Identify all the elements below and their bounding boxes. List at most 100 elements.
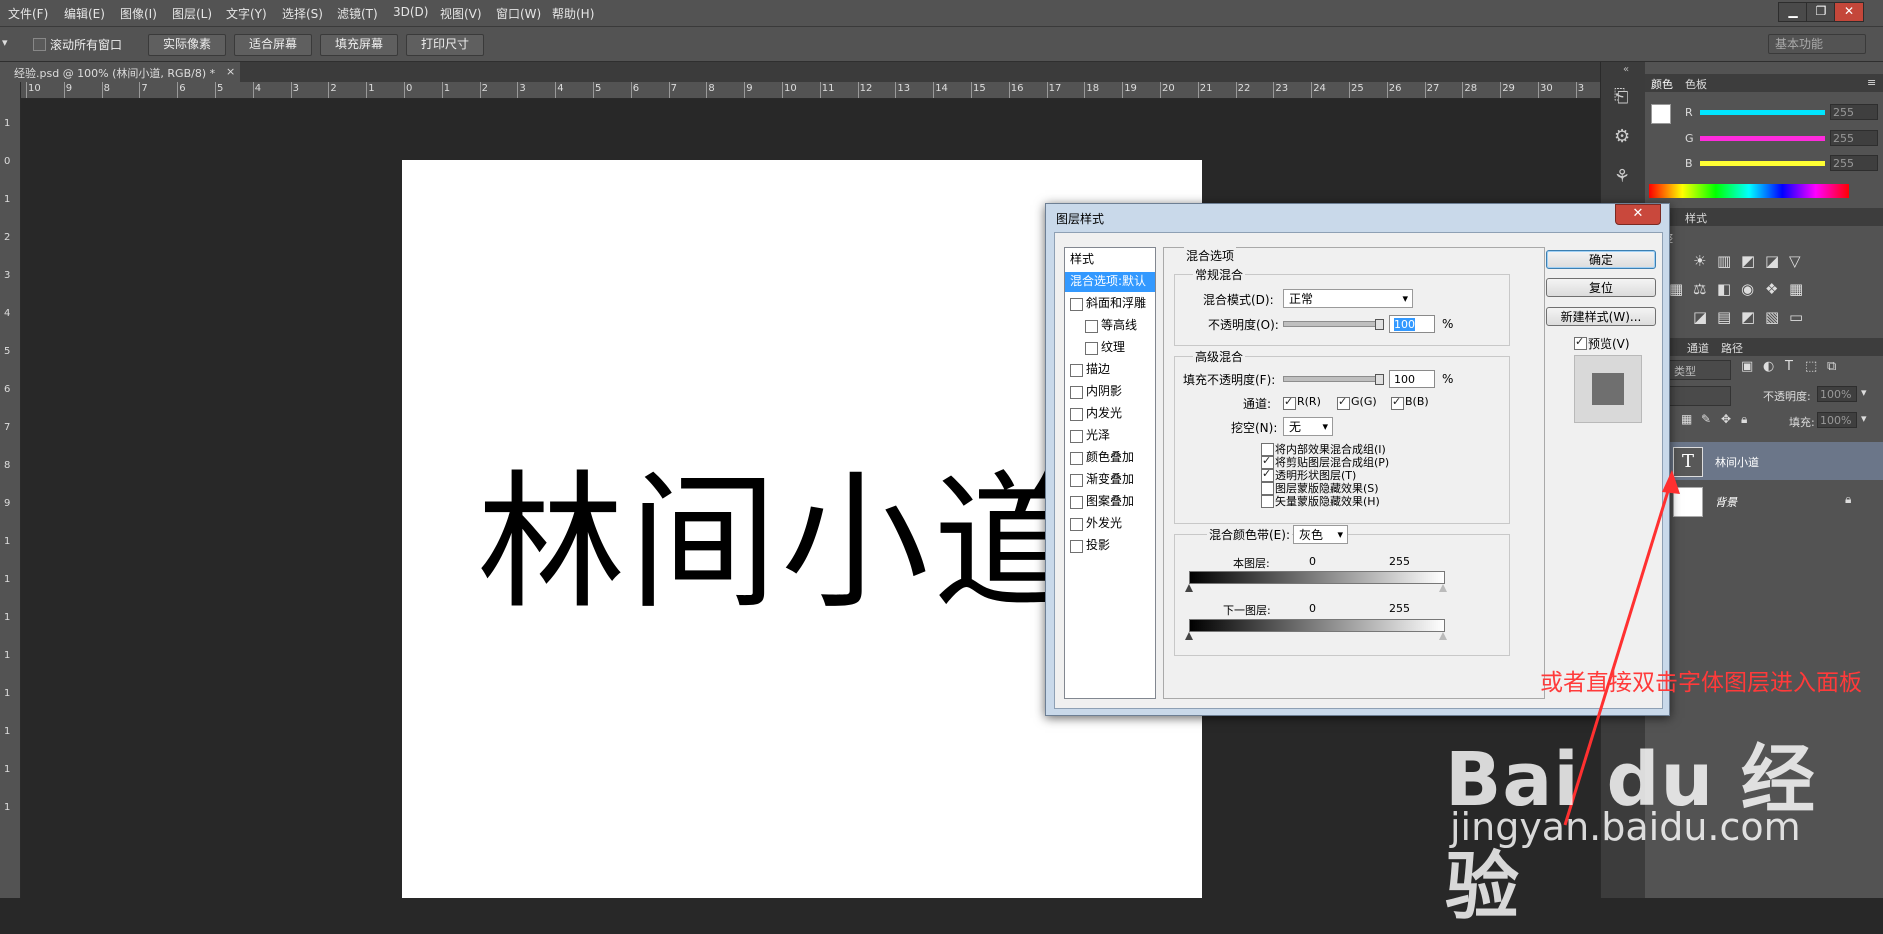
selective-color-icon[interactable]: ▭ (1789, 308, 1803, 326)
b-channel-value[interactable]: 255 (1830, 155, 1878, 171)
black-white-icon[interactable]: ◧ (1717, 280, 1731, 298)
this-layer-white-slider[interactable] (1439, 584, 1447, 592)
style-item[interactable]: 颜色叠加 (1065, 448, 1155, 468)
advanced-option-checkbox[interactable] (1261, 495, 1274, 508)
style-item[interactable]: 渐变叠加 (1065, 470, 1155, 490)
filter-pixel-icon[interactable]: ▣ (1741, 359, 1753, 374)
brightness-icon[interactable]: ☀ (1693, 252, 1706, 270)
opacity-slider-knob[interactable] (1375, 319, 1384, 330)
print-size-button[interactable]: 打印尺寸 (406, 34, 484, 56)
lock-position-icon[interactable]: ✥ (1721, 412, 1731, 426)
brush-presets-icon[interactable]: ⚘ (1614, 166, 1630, 187)
fill-opacity-slider[interactable] (1283, 376, 1383, 382)
style-item-checkbox[interactable] (1070, 408, 1083, 421)
menu-select[interactable]: 选择(S) (282, 5, 323, 22)
actions-icon[interactable]: ⚙ (1614, 126, 1630, 147)
layer-row-text[interactable]: T 林间小道 (1645, 442, 1883, 480)
lock-all-icon[interactable]: 🔒︎ (1741, 412, 1747, 427)
channel-g-checkbox[interactable] (1337, 395, 1350, 410)
collapse-panels-icon[interactable]: « (1623, 64, 1629, 75)
style-item-checkbox[interactable] (1070, 386, 1083, 399)
channel-mixer-icon[interactable]: ❖ (1765, 280, 1778, 298)
style-item[interactable]: 内发光 (1065, 404, 1155, 424)
style-item[interactable]: 等高线 (1065, 316, 1155, 336)
menu-layer[interactable]: 图层(L) (172, 5, 212, 22)
vibrance-icon[interactable]: ▽ (1789, 252, 1801, 270)
styles-header[interactable]: 样式 (1065, 250, 1160, 270)
invert-icon[interactable]: ◪ (1693, 308, 1707, 326)
style-item-checkbox[interactable] (1085, 320, 1098, 333)
actual-pixels-button[interactable]: 实际像素 (148, 34, 226, 56)
exposure-icon[interactable]: ◪ (1765, 252, 1779, 270)
style-item[interactable]: 纹理 (1065, 338, 1155, 358)
tab-swatches[interactable]: 色板 (1685, 76, 1707, 92)
menu-type[interactable]: 文字(Y) (226, 5, 267, 22)
layer-row-background[interactable]: 背景 🔒︎ (1645, 482, 1883, 520)
g-channel-slider[interactable] (1700, 136, 1825, 141)
channel-r-checkbox[interactable] (1283, 395, 1296, 410)
r-channel-slider[interactable] (1700, 110, 1825, 115)
advanced-option-checkbox[interactable] (1261, 467, 1274, 482)
document-tab[interactable]: 经验.psd @ 100% (林间小道, RGB/8) * × (0, 62, 240, 82)
menu-file[interactable]: 文件(F) (8, 5, 48, 22)
lock-transparent-icon[interactable]: ▦ (1681, 412, 1692, 426)
style-item[interactable]: 混合选项:默认 (1065, 272, 1155, 292)
color-balance-icon[interactable]: ⚖ (1693, 280, 1706, 298)
underlying-white-slider[interactable] (1439, 632, 1447, 640)
knockout-select[interactable]: 无 (1283, 417, 1333, 436)
photo-filter-icon[interactable]: ◉ (1741, 280, 1754, 298)
g-channel-value[interactable]: 255 (1830, 130, 1878, 146)
style-item[interactable]: 内阴影 (1065, 382, 1155, 402)
fill-chevron-icon[interactable]: ▾ (1861, 412, 1867, 425)
filter-shape-icon[interactable]: ⬚ (1805, 359, 1817, 374)
layer-fill-value[interactable]: 100% (1817, 412, 1857, 428)
opacity-slider[interactable] (1283, 321, 1383, 327)
style-item-checkbox[interactable] (1070, 364, 1083, 377)
style-item-checkbox[interactable] (1085, 342, 1098, 355)
close-icon[interactable]: ✕ (1834, 2, 1864, 22)
hue-saturation-icon[interactable]: ▦ (1669, 280, 1683, 298)
menu-edit[interactable]: 编辑(E) (64, 5, 105, 22)
this-layer-black-slider[interactable] (1185, 584, 1193, 592)
style-item-checkbox[interactable] (1070, 474, 1083, 487)
filter-smart-object-icon[interactable]: ⧉ (1827, 359, 1836, 374)
curves-icon[interactable]: ◩ (1741, 252, 1755, 270)
r-channel-value[interactable]: 255 (1830, 104, 1878, 120)
lock-image-icon[interactable]: ✎ (1701, 412, 1711, 426)
layer-opacity-value[interactable]: 100% (1817, 386, 1857, 402)
tab-color[interactable]: 颜色 (1651, 76, 1673, 92)
style-item[interactable]: 描边 (1065, 360, 1155, 380)
tool-preset-chevron-icon[interactable]: ▾ (2, 36, 8, 49)
preview-checkbox[interactable] (1574, 335, 1587, 350)
reset-button[interactable]: 复位 (1546, 278, 1656, 297)
restore-icon[interactable]: ❐ (1806, 2, 1836, 22)
tab-styles[interactable]: 样式 (1685, 210, 1707, 226)
scroll-all-checkbox[interactable] (33, 38, 46, 51)
foreground-color-swatch[interactable] (1651, 104, 1671, 124)
ok-button[interactable]: 确定 (1546, 250, 1656, 269)
tab-paths[interactable]: 路径 (1721, 340, 1743, 356)
posterize-icon[interactable]: ▤ (1717, 308, 1731, 326)
menu-filter[interactable]: 滤镜(T) (337, 5, 378, 22)
document-tab-close-icon[interactable]: × (226, 65, 235, 78)
style-item[interactable]: 外发光 (1065, 514, 1155, 534)
dialog-close-button[interactable]: ✕ (1615, 204, 1661, 225)
filter-type-icon[interactable]: T (1785, 359, 1793, 374)
workspace-select[interactable]: 基本功能 (1768, 34, 1866, 54)
menu-3d[interactable]: 3D(D) (393, 5, 428, 19)
style-item[interactable]: 光泽 (1065, 426, 1155, 446)
fill-opacity-input[interactable]: 100 (1389, 370, 1435, 388)
tab-channels[interactable]: 通道 (1687, 340, 1709, 356)
menu-window[interactable]: 窗口(W) (496, 5, 541, 22)
style-item-checkbox[interactable] (1070, 540, 1083, 553)
style-item-checkbox[interactable] (1070, 452, 1083, 465)
underlying-black-slider[interactable] (1185, 632, 1193, 640)
style-item-checkbox[interactable] (1070, 518, 1083, 531)
gradient-map-icon[interactable]: ▧ (1765, 308, 1779, 326)
history-icon[interactable]: ⎗ (1614, 86, 1628, 107)
menu-help[interactable]: 帮助(H) (552, 5, 594, 22)
color-spectrum-ramp[interactable] (1649, 184, 1849, 198)
channel-b-checkbox[interactable] (1391, 395, 1404, 410)
style-item[interactable]: 投影 (1065, 536, 1155, 556)
minimize-icon[interactable]: ▁ (1778, 2, 1808, 22)
